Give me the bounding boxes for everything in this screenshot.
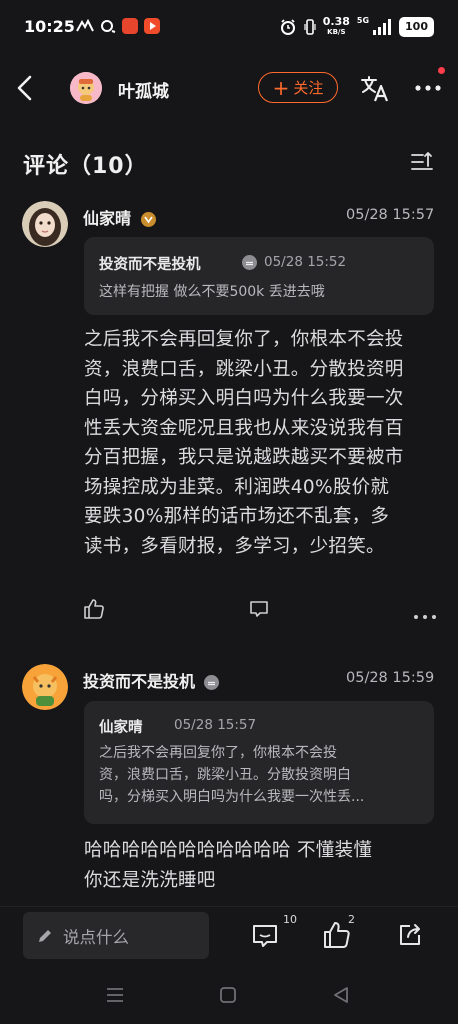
network-speed: 0.38 KB/S <box>322 15 350 36</box>
comments-button[interactable] <box>251 922 279 954</box>
gesture-icon <box>76 19 94 32</box>
quote-author[interactable]: 投资而不是投机 <box>99 253 201 274</box>
follow-button[interactable]: + 关注 <box>258 72 338 103</box>
sort-icon <box>411 152 433 170</box>
translate-button[interactable] <box>360 72 390 104</box>
signal-icon <box>373 19 392 35</box>
menu-icon <box>107 988 123 1002</box>
quote-time: 05/28 15:57 <box>174 717 257 733</box>
back-button[interactable] <box>14 72 38 104</box>
comment-body: 哈哈哈哈哈哈哈哈哈哈哈 不懂装懂 你还是洗洗睡吧 <box>84 840 373 891</box>
comment-more-button[interactable] <box>413 605 437 624</box>
cloud-icon <box>101 20 116 33</box>
share-icon <box>400 924 420 945</box>
comments-title: 评论（10） <box>23 154 148 179</box>
status-right: 0.38 KB/S 5G 100 <box>279 16 434 38</box>
nav-back-button[interactable] <box>333 986 349 1008</box>
notification-dot <box>438 67 445 74</box>
more-icon <box>415 85 441 91</box>
like-count: 2 <box>348 913 355 926</box>
reply-button[interactable] <box>249 599 269 623</box>
share-button[interactable] <box>397 922 423 952</box>
thumbs-up-icon <box>324 922 350 948</box>
comment-author[interactable]: 投资而不是投机 <box>83 668 219 692</box>
quoted-comment[interactable]: 投资而不是投机 05/28 15:52 这样有把握 做么不要500k 丢进去哦 <box>84 237 434 315</box>
quote-time: 05/28 15:52 <box>264 254 347 270</box>
comment-icon <box>250 601 268 617</box>
recent-apps-button[interactable] <box>106 987 124 1007</box>
comment-input-placeholder: 说点什么 <box>63 927 129 947</box>
plus-icon: + <box>272 75 290 100</box>
author-avatar[interactable] <box>70 72 102 104</box>
commenter-avatar[interactable] <box>22 201 68 247</box>
app-notification-icon <box>122 18 138 34</box>
home-button[interactable] <box>219 986 237 1008</box>
comment-time: 05/28 15:57 <box>346 207 435 223</box>
alarm-icon <box>280 19 295 35</box>
status-time: 10:25 <box>24 17 75 36</box>
battery-indicator: 100 <box>399 17 434 37</box>
vip-badge-icon <box>140 212 156 227</box>
quote-text: 之后我不会再回复你了，你根本不会投 资，浪费口舌，跳梁小丑。分散投资明白 吗，分… <box>99 745 365 805</box>
comment-input[interactable]: 说点什么 <box>23 912 209 959</box>
network-type: 5G <box>356 16 370 25</box>
comment-author[interactable]: 仙家晴 <box>83 205 156 229</box>
pencil-icon <box>39 929 51 942</box>
comment-count: 10 <box>283 913 297 926</box>
commenter-avatar[interactable] <box>22 664 68 710</box>
home-icon <box>220 987 236 1003</box>
comment-body: 之后我不会再回复你了，你根本不会投 资，浪费口舌，跳梁小丑。分散投资明 白吗，分… <box>84 329 404 557</box>
quote-text: 这样有把握 做么不要500k 丢进去哦 <box>99 284 325 300</box>
like-button[interactable] <box>83 598 105 624</box>
system-nav-bar <box>0 966 458 1024</box>
verified-badge-icon <box>242 255 257 270</box>
status-bar: 10:25 0.38 KB/S 5G 100 <box>0 0 458 56</box>
like-post-button[interactable] <box>323 921 351 953</box>
vibrate-icon <box>304 19 316 35</box>
follow-label: 关注 <box>293 79 324 97</box>
sort-button[interactable] <box>410 150 434 174</box>
verified-badge-icon <box>203 675 219 690</box>
thumbs-up-icon <box>84 599 104 619</box>
comment-icon <box>253 925 277 947</box>
more-icon <box>414 615 436 619</box>
translate-icon <box>361 76 389 102</box>
more-options-button[interactable] <box>414 80 442 96</box>
back-arrow-icon <box>17 75 32 101</box>
video-app-icon <box>144 18 160 34</box>
notification-icons <box>76 18 160 34</box>
quote-author[interactable]: 仙家晴 <box>99 716 143 737</box>
back-triangle-icon <box>334 987 348 1003</box>
quoted-comment[interactable]: 仙家晴 05/28 15:57 之后我不会再回复你了，你根本不会投 资，浪费口舌… <box>84 701 434 824</box>
comment-time: 05/28 15:59 <box>346 670 435 686</box>
author-name[interactable]: 叶孤城 <box>118 77 169 102</box>
